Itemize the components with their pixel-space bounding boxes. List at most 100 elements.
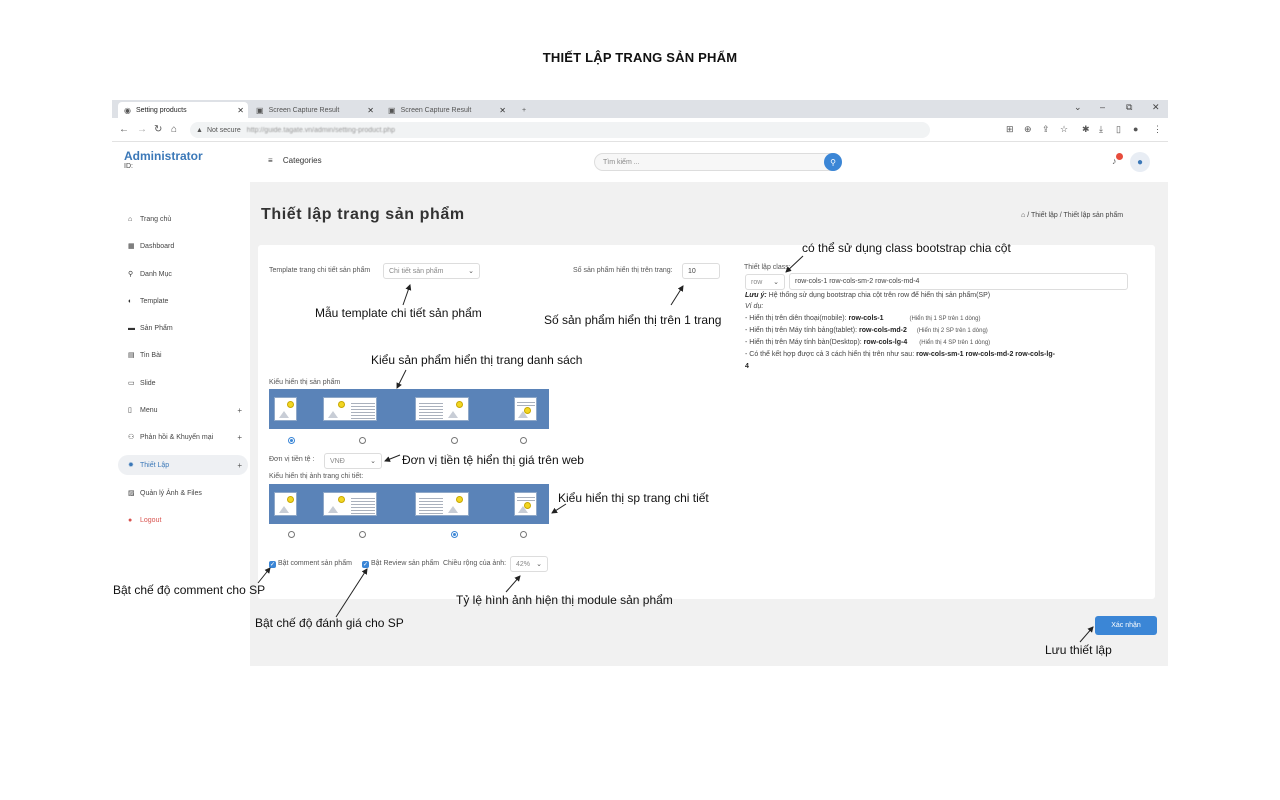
submit-button[interactable]: Xác nhận bbox=[1095, 616, 1157, 635]
expand-icon[interactable]: + bbox=[237, 461, 242, 470]
annotation-bootstrap: có thể sử dụng class bootstrap chia cột bbox=[802, 241, 1011, 255]
expand-icon[interactable]: + bbox=[237, 406, 242, 415]
chevron-down-icon[interactable]: ⌄ bbox=[1074, 102, 1082, 113]
close-window-icon[interactable]: ✕ bbox=[1152, 102, 1160, 113]
template-select[interactable]: Chi tiết sản phẩm ⌄ bbox=[383, 263, 480, 279]
list-layout-radio[interactable] bbox=[359, 437, 366, 444]
kebab-menu-icon[interactable]: ⋮ bbox=[1153, 124, 1162, 135]
slide-icon: ▭ bbox=[128, 380, 135, 387]
home-icon[interactable]: ⌂ bbox=[1021, 212, 1025, 219]
sidebar-item-slide[interactable]: ▭ Slide bbox=[128, 373, 248, 393]
per-page-input[interactable]: 10 bbox=[682, 263, 720, 279]
review-checkbox[interactable]: ✓ bbox=[362, 561, 369, 568]
zoom-icon[interactable]: ⊕ bbox=[1024, 124, 1032, 135]
categories-button[interactable]: ≡ Categories bbox=[268, 156, 322, 165]
layout-thumb[interactable] bbox=[274, 492, 297, 516]
home-icon[interactable]: ⌂ bbox=[171, 124, 177, 135]
close-icon[interactable]: ✕ bbox=[499, 106, 506, 115]
comment-checkbox[interactable]: ✓ bbox=[269, 561, 276, 568]
class-select[interactable]: row ⌄ bbox=[745, 274, 785, 290]
sidebar-item-files[interactable]: ▨ Quản lý Ảnh & Files bbox=[128, 483, 248, 503]
currency-select[interactable]: VNĐ ⌄ bbox=[324, 453, 382, 469]
layout-thumb[interactable] bbox=[514, 492, 537, 516]
sidebar-item-dashboard[interactable]: ▦ Dashboard bbox=[128, 236, 248, 256]
note-line: 4 bbox=[745, 363, 749, 370]
image-width-select[interactable]: 42% ⌄ bbox=[510, 556, 548, 572]
search-icon[interactable]: ⚲ bbox=[824, 153, 842, 171]
browser-tab-active[interactable]: ◉ Setting products ✕ bbox=[118, 102, 248, 118]
sidebar-item-feedback[interactable]: ⚇ Phản hồi & Khuyến mại + bbox=[128, 427, 248, 447]
detail-layout-strip bbox=[269, 484, 549, 524]
list-layout-radio[interactable] bbox=[520, 437, 527, 444]
review-label: Bật Review sản phẩm bbox=[371, 560, 440, 567]
close-icon[interactable]: ✕ bbox=[367, 106, 374, 115]
new-tab-button[interactable]: + bbox=[516, 102, 532, 118]
browser-tab[interactable]: ▣ Screen Capture Result ✕ bbox=[382, 102, 510, 118]
sidebar-item-label: Menu bbox=[140, 406, 158, 414]
browser-window: ◉ Setting products ✕ ▣ Screen Capture Re… bbox=[112, 100, 1168, 666]
list-layout-radio[interactable] bbox=[288, 437, 295, 444]
template-icon: ◐ bbox=[128, 297, 133, 305]
list-layout-radio[interactable] bbox=[451, 437, 458, 444]
layout-thumb[interactable] bbox=[323, 397, 377, 421]
annotation-currency: Đơn vị tiền tệ hiển thị giá trên web bbox=[402, 453, 584, 467]
tab-label: Screen Capture Result bbox=[268, 106, 340, 114]
top-bar: ≡ Categories Tìm kiếm ... ⚲ ♪ ● bbox=[250, 142, 1168, 182]
notification-badge bbox=[1116, 153, 1123, 160]
class-input[interactable]: row-cols-1 row-cols-sm-2 row-cols-md-4 bbox=[789, 273, 1128, 290]
breadcrumb-item[interactable]: Thiết lập bbox=[1031, 212, 1058, 219]
sidebar-item-menu[interactable]: ▯ Menu + bbox=[128, 400, 248, 420]
star-icon[interactable]: ☆ bbox=[1060, 124, 1068, 135]
detail-layout-radio[interactable] bbox=[520, 531, 527, 538]
reload-icon[interactable]: ↻ bbox=[154, 124, 162, 135]
minimize-icon[interactable]: – bbox=[1100, 102, 1105, 112]
detail-layout-radio[interactable] bbox=[359, 531, 366, 538]
note-line: - Hiển thị trên diên thoại(mobile): row-… bbox=[745, 315, 981, 322]
user-avatar-icon[interactable]: ● bbox=[1130, 152, 1150, 172]
annotation-ratio: Tỷ lệ hình ảnh hiện thị module sản phẩm bbox=[456, 593, 673, 607]
translate-icon[interactable]: ⊞ bbox=[1006, 124, 1014, 135]
expand-icon[interactable]: + bbox=[237, 433, 242, 442]
share-icon[interactable]: ⇪ bbox=[1042, 124, 1050, 135]
profile-icon[interactable]: ● bbox=[1133, 124, 1138, 134]
forward-icon[interactable]: → bbox=[137, 124, 147, 135]
sidepanel-icon[interactable]: ▯ bbox=[1116, 124, 1121, 135]
close-icon[interactable]: ✕ bbox=[237, 106, 244, 115]
search-input[interactable]: Tìm kiếm ... ⚲ bbox=[594, 153, 842, 171]
sidebar-item-home[interactable]: ⌂ Trang chủ bbox=[128, 209, 248, 229]
back-icon[interactable]: ← bbox=[119, 124, 129, 135]
layout-thumb[interactable] bbox=[323, 492, 377, 516]
layout-thumb[interactable] bbox=[415, 492, 469, 516]
admin-id: ID: bbox=[124, 163, 133, 170]
files-icon: ▨ bbox=[128, 490, 135, 497]
template-select-value: Chi tiết sản phẩm bbox=[389, 267, 444, 275]
tab-label: Screen Capture Result bbox=[400, 106, 472, 114]
restore-icon[interactable]: ⧉ bbox=[1126, 102, 1132, 113]
sidebar-item-template[interactable]: ◐ Template bbox=[128, 291, 248, 311]
sidebar-item-news[interactable]: ▤ Tin Bài bbox=[128, 345, 248, 365]
per-page-label: Số sản phẩm hiển thị trên trang: bbox=[573, 267, 673, 274]
note-line: - Có thể kết hợp được cả 3 cách hiển thị… bbox=[745, 351, 1055, 358]
template-label: Template trang chi tiết sản phẩm bbox=[269, 267, 371, 274]
currency-select-value: VNĐ bbox=[330, 457, 345, 465]
sidebar-item-label: Sản Phẩm bbox=[140, 324, 173, 332]
extensions-icon[interactable]: ✱ bbox=[1082, 124, 1090, 135]
sidebar-item-categories[interactable]: ⚲ Danh Mục bbox=[128, 264, 248, 284]
logout-icon: ● bbox=[128, 516, 133, 524]
note-example: Ví dụ: bbox=[745, 303, 764, 310]
browser-tab[interactable]: ▣ Screen Capture Result ✕ bbox=[250, 102, 378, 118]
download-icon[interactable]: ⤓ bbox=[1099, 124, 1103, 135]
sidebar-item-settings[interactable]: ✹ Thiết Lập + bbox=[118, 455, 248, 475]
detail-layout-radio[interactable] bbox=[288, 531, 295, 538]
layout-thumb[interactable] bbox=[415, 397, 469, 421]
hamburger-icon: ≡ bbox=[268, 156, 273, 165]
detail-layout-radio[interactable] bbox=[451, 531, 458, 538]
sidebar-item-logout[interactable]: ● Logout bbox=[128, 510, 248, 530]
brand-title[interactable]: Administrator bbox=[124, 149, 203, 163]
layout-thumb[interactable] bbox=[514, 397, 537, 421]
layout-thumb[interactable] bbox=[274, 397, 297, 421]
url-field[interactable]: ▲ Not secure http://guide.tagate.vn/admi… bbox=[190, 122, 930, 138]
sidebar-item-products[interactable]: ▬ Sản Phẩm bbox=[128, 318, 248, 338]
link-icon: ⚲ bbox=[128, 271, 134, 278]
tab-bar: ◉ Setting products ✕ ▣ Screen Capture Re… bbox=[112, 100, 1168, 118]
